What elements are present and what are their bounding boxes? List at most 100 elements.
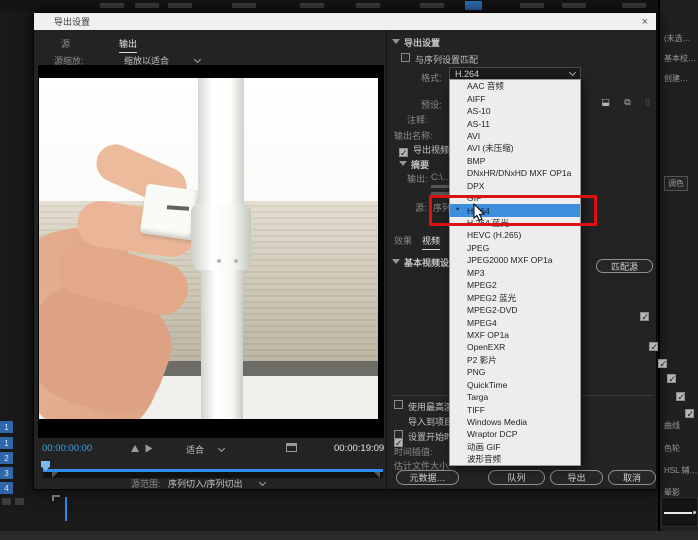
format-option[interactable]: TIFF	[450, 403, 580, 415]
export-video-label: 导出视频	[413, 143, 449, 156]
format-option[interactable]: Targa	[450, 391, 580, 403]
tab-effects[interactable]: 效果	[394, 234, 412, 247]
format-option[interactable]: OpenEXR	[450, 341, 580, 353]
menu-item-blob[interactable]	[135, 3, 159, 8]
tab-video[interactable]: 视频	[422, 234, 440, 250]
chevron-down-icon[interactable]	[194, 56, 201, 63]
chevron-down-icon[interactable]	[218, 445, 225, 452]
format-option[interactable]: BMP	[450, 155, 580, 167]
track-number-badge[interactable]: 1	[0, 437, 13, 449]
menu-item-blob[interactable]	[100, 3, 124, 8]
delete-preset-icon[interactable]: ▯	[641, 97, 654, 108]
menu-item-blob[interactable]	[300, 3, 324, 8]
format-option[interactable]: MPEG2-DVD	[450, 304, 580, 316]
format-option[interactable]: Wraptor DCP	[450, 428, 580, 440]
format-option[interactable]: AS-10	[450, 105, 580, 117]
video-setting-checkbox[interactable]	[649, 342, 658, 351]
range-handle-right[interactable]	[374, 472, 380, 478]
format-option[interactable]: JPEG2000 MXF OP1a	[450, 254, 580, 266]
export-button[interactable]: 导出	[550, 470, 603, 485]
video-setting-checkbox[interactable]	[676, 392, 685, 401]
save-preset-icon[interactable]: ⬓	[599, 97, 612, 108]
max-quality-checkbox[interactable]	[394, 400, 403, 409]
format-option[interactable]: MPEG4	[450, 316, 580, 328]
format-option[interactable]: AS-11	[450, 117, 580, 129]
meter-line	[664, 512, 692, 514]
lumetri-section-label[interactable]: HSL 辅…	[664, 465, 698, 476]
tab-output[interactable]: 输出	[119, 37, 137, 53]
format-option[interactable]: AIFF	[450, 92, 580, 104]
format-option[interactable]: MPEG2	[450, 279, 580, 291]
track-number-badge[interactable]: 4	[0, 482, 13, 494]
close-icon[interactable]: ×	[642, 16, 648, 28]
video-setting-checkbox[interactable]	[667, 374, 676, 383]
format-option[interactable]: AAC 音频	[450, 80, 580, 92]
range-handle-left[interactable]	[52, 472, 58, 478]
chevron-down-icon[interactable]	[259, 479, 266, 486]
format-option[interactable]: MXF OP1a	[450, 329, 580, 341]
format-option[interactable]: HEVC (H.265)	[450, 229, 580, 241]
lumetri-section-label[interactable]: 色轮	[664, 443, 680, 454]
lumetri-section-label[interactable]: 晕影	[664, 487, 680, 498]
white-pole-lower	[201, 270, 243, 419]
set-in-point-icon[interactable]	[131, 445, 139, 452]
disclosure-triangle-icon[interactable]	[399, 161, 407, 166]
menu-item-blob[interactable]	[420, 3, 444, 8]
format-label: 格式:	[421, 71, 442, 84]
lumetri-section-label[interactable]: 基本校…	[664, 53, 696, 64]
format-option[interactable]: 波形音频	[450, 453, 580, 465]
active-workspace-highlight[interactable]	[465, 1, 482, 10]
disclosure-triangle-icon[interactable]	[392, 259, 400, 264]
import-preset-icon[interactable]: ⧉	[621, 97, 634, 108]
format-option[interactable]: DPX	[450, 180, 580, 192]
format-option[interactable]: 动画 GIF	[450, 441, 580, 453]
tab-source[interactable]: 源	[61, 37, 70, 50]
meter-dot	[693, 511, 696, 514]
set-out-point-icon[interactable]	[146, 445, 153, 453]
format-option[interactable]: PNG	[450, 366, 580, 378]
panel-divider	[386, 30, 387, 491]
format-dropdown-list[interactable]: AAC 音频AIFFAS-10AS-11AVIAVI (未压缩)BMPDNxHR…	[449, 79, 581, 466]
track-number-badge[interactable]: 2	[0, 452, 13, 464]
menu-item-blob[interactable]	[356, 3, 380, 8]
menu-item-blob[interactable]	[168, 3, 192, 8]
format-option[interactable]: AVI	[450, 130, 580, 142]
lumetri-section-label[interactable]: (未选…	[664, 33, 691, 44]
format-option[interactable]: JPEG	[450, 242, 580, 254]
lumetri-section-label[interactable]: 调色	[664, 176, 688, 191]
format-option[interactable]: MPEG2 蓝光	[450, 291, 580, 303]
menu-item-blob[interactable]	[520, 3, 544, 8]
zoom-level-select[interactable]: 适合	[186, 443, 204, 456]
format-option[interactable]: Windows Media	[450, 416, 580, 428]
queue-button[interactable]: 队列	[488, 470, 545, 485]
menu-item-blob[interactable]	[562, 3, 586, 8]
menu-item-blob[interactable]	[232, 3, 256, 8]
start-timecode-checkbox[interactable]	[394, 430, 403, 439]
track-number-badge[interactable]: 1	[0, 421, 13, 433]
lumetri-section-label[interactable]: 曲线	[664, 420, 680, 431]
dialog-titlebar[interactable]: 导出设置 ×	[34, 13, 656, 30]
format-option[interactable]: DNxHR/DNxHD MXF OP1a	[450, 167, 580, 179]
current-timecode[interactable]: 00:00:00:00	[42, 443, 92, 454]
scrubber-range[interactable]	[43, 469, 383, 472]
track-number-badge[interactable]: 3	[0, 467, 13, 479]
match-sequence-checkbox[interactable]	[401, 53, 410, 62]
format-option[interactable]: AVI (未压缩)	[450, 142, 580, 154]
export-video-checkbox[interactable]	[399, 148, 408, 157]
menu-item-blob[interactable]	[622, 3, 646, 8]
crop-tool-icon[interactable]	[286, 443, 297, 452]
video-setting-checkbox[interactable]	[640, 312, 649, 321]
format-option[interactable]: MP3	[450, 267, 580, 279]
metadata-button[interactable]: 元数据…	[396, 470, 459, 485]
match-source-button[interactable]: 匹配源	[596, 259, 653, 273]
video-setting-checkbox[interactable]	[658, 359, 667, 368]
format-option[interactable]: P2 影片	[450, 354, 580, 366]
disclosure-triangle-icon[interactable]	[392, 39, 400, 44]
duration-timecode: 00:00:19:09	[334, 443, 384, 454]
video-setting-checkbox[interactable]	[685, 409, 694, 418]
white-pole-upper	[198, 78, 244, 210]
source-range-select[interactable]: 序列切入/序列切出	[168, 477, 243, 490]
cancel-button[interactable]: 取消	[608, 470, 656, 485]
format-option[interactable]: QuickTime	[450, 379, 580, 391]
lumetri-section-label[interactable]: 创建…	[664, 73, 688, 84]
